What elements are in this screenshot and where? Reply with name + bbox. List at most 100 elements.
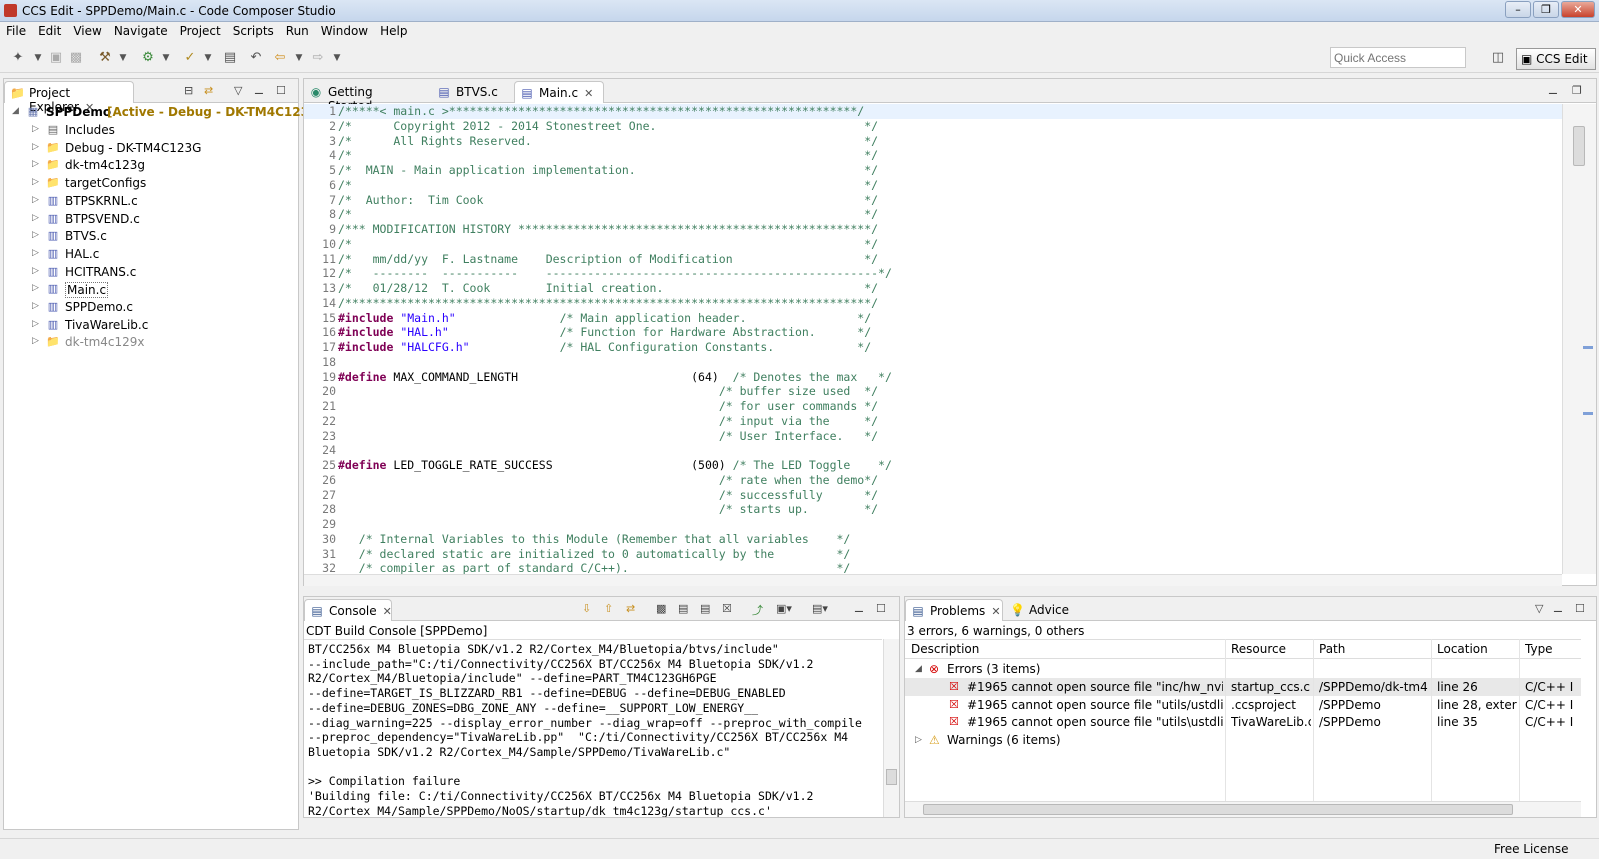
- expand-arrow-icon[interactable]: ▷: [32, 248, 39, 258]
- tree-item[interactable]: ▷ 📁 dk-tm4c129x: [4, 333, 294, 351]
- tree-item[interactable]: ▷ ▥ BTPSKRNL.c: [4, 192, 294, 210]
- copy-build-log-icon[interactable]: ▩: [656, 602, 666, 615]
- expand-arrow-icon[interactable]: ▷: [32, 159, 39, 169]
- flash-icon[interactable]: ✓: [182, 50, 198, 66]
- open-perspective-toolbar-icon[interactable]: ▤: [222, 50, 238, 66]
- forward-dropdown-icon[interactable]: ▼: [329, 50, 345, 66]
- expand-arrow-icon[interactable]: ▷: [32, 124, 39, 134]
- scroll-thumb[interactable]: [923, 804, 1513, 815]
- last-edit-icon[interactable]: ↶: [248, 50, 264, 66]
- forward-icon[interactable]: ⇨: [310, 50, 326, 66]
- tree-item[interactable]: ▷ ▥ BTVS.c: [4, 227, 294, 245]
- perspective-ccs-edit-button[interactable]: ▣ CCS Edit: [1516, 48, 1596, 70]
- problem-row[interactable]: ☒ #1965 cannot open source file "utils\us…: [905, 713, 1581, 731]
- tree-item[interactable]: ▷ ▥ SPPDemo.c: [4, 298, 294, 316]
- tree-item[interactable]: ▷ ▥ Main.c: [4, 280, 294, 299]
- tab-getting-started[interactable]: ◉Getting Started: [304, 81, 424, 113]
- tab-main-c[interactable]: ▤ Main.c ✕: [514, 81, 604, 103]
- console-vertical-scrollbar[interactable]: [883, 639, 899, 817]
- tree-item[interactable]: ▷ ▤ Includes: [4, 121, 294, 139]
- menu-view[interactable]: View: [67, 22, 107, 38]
- tab-btvs-c[interactable]: ▤ BTVS.c: [432, 81, 512, 103]
- column-description[interactable]: Description: [911, 642, 979, 656]
- scroll-up-icon[interactable]: ⇧: [604, 602, 613, 615]
- expand-arrow-icon[interactable]: ▷: [32, 230, 39, 240]
- menu-edit[interactable]: Edit: [32, 22, 67, 38]
- close-icon[interactable]: ✕: [991, 605, 1000, 618]
- word-wrap-icon[interactable]: ▤: [678, 602, 688, 615]
- maximize-icon[interactable]: ☐: [1575, 602, 1585, 615]
- expand-arrow-icon[interactable]: ▷: [32, 142, 39, 152]
- license-status[interactable]: Free License: [1494, 842, 1569, 856]
- tree-item[interactable]: ▷ 📁 Debug - DK-TM4C123G: [4, 139, 294, 157]
- minimize-icon[interactable]: ⚊: [1553, 602, 1563, 615]
- column-location[interactable]: Location: [1437, 642, 1488, 656]
- view-menu-icon[interactable]: ▽: [1535, 602, 1543, 615]
- view-menu-icon[interactable]: ▽: [234, 84, 242, 97]
- collapse-all-icon[interactable]: ⊟: [184, 84, 193, 97]
- menu-file[interactable]: File: [0, 22, 32, 38]
- menu-help[interactable]: Help: [374, 22, 413, 38]
- show-console-icon[interactable]: ▤: [700, 602, 710, 615]
- tree-item[interactable]: ▷ ▥ HCITRANS.c: [4, 263, 294, 281]
- tree-item[interactable]: ▷ ▥ BTPSVEND.c: [4, 210, 294, 228]
- new-dropdown-icon[interactable]: ▼: [30, 50, 46, 66]
- problem-row[interactable]: ☒ #1965 cannot open source file "utils/us…: [905, 696, 1581, 714]
- close-icon[interactable]: ✕: [383, 605, 392, 618]
- expand-arrow-icon[interactable]: ▷: [32, 177, 39, 187]
- menu-window[interactable]: Window: [315, 22, 374, 38]
- build-dropdown-icon[interactable]: ▼: [115, 50, 131, 66]
- save-icon[interactable]: ▣: [48, 50, 64, 66]
- scroll-thumb[interactable]: [1573, 126, 1585, 166]
- maximize-icon[interactable]: ☐: [276, 84, 286, 97]
- overview-marker[interactable]: [1583, 412, 1593, 415]
- warnings-group-row[interactable]: ▷ ⚠ Warnings (6 items): [905, 731, 1581, 749]
- editor-vertical-scrollbar[interactable]: [1562, 104, 1596, 574]
- open-console-icon[interactable]: ▤▾: [812, 602, 828, 615]
- flash-dropdown-icon[interactable]: ▼: [200, 50, 216, 66]
- minimize-icon[interactable]: ⚊: [854, 602, 864, 615]
- link-editor-icon[interactable]: ⇄: [204, 84, 213, 97]
- column-resource[interactable]: Resource: [1231, 642, 1286, 656]
- editor-horizontal-scrollbar[interactable]: [304, 574, 1562, 586]
- restore-icon[interactable]: ❐: [1572, 84, 1582, 97]
- minimize-icon[interactable]: ⚊: [254, 84, 264, 97]
- expand-arrow-icon[interactable]: ◢: [12, 106, 19, 116]
- tab-advice[interactable]: 💡 Advice: [1005, 599, 1075, 621]
- column-type[interactable]: Type: [1525, 642, 1553, 656]
- back-icon[interactable]: ⇦: [272, 50, 288, 66]
- expand-arrow-icon[interactable]: ▷: [32, 195, 39, 205]
- new-icon[interactable]: ✦: [10, 50, 26, 66]
- tab-console[interactable]: ▤ Console ✕: [304, 599, 392, 621]
- menu-project[interactable]: Project: [174, 22, 227, 38]
- expand-arrow-icon[interactable]: ▷: [915, 735, 922, 745]
- maximize-icon[interactable]: ☐: [876, 602, 886, 615]
- quick-access-input[interactable]: [1330, 47, 1466, 68]
- tree-item[interactable]: ▷ 📁 dk-tm4c123g: [4, 156, 294, 174]
- expand-arrow-icon[interactable]: ▷: [32, 283, 39, 293]
- menu-run[interactable]: Run: [280, 22, 315, 38]
- collapse-arrow-icon[interactable]: ◢: [915, 664, 922, 674]
- open-perspective-icon[interactable]: ◫: [1490, 50, 1506, 66]
- expand-arrow-icon[interactable]: ▷: [32, 301, 39, 311]
- overview-marker[interactable]: [1583, 346, 1593, 349]
- minimize-icon[interactable]: ⚊: [1548, 84, 1558, 97]
- scroll-lock-icon[interactable]: ⇄: [626, 602, 635, 615]
- clear-console-icon[interactable]: ☒: [722, 602, 732, 615]
- pin-console-icon[interactable]: ⤴: [752, 602, 763, 618]
- code-area[interactable]: 1/*****< main.c >***********************…: [304, 104, 1562, 574]
- scroll-down-icon[interactable]: ⇩: [582, 602, 591, 615]
- expand-arrow-icon[interactable]: ▷: [32, 213, 39, 223]
- menu-navigate[interactable]: Navigate: [108, 22, 174, 38]
- display-console-icon[interactable]: ▣▾: [776, 602, 792, 615]
- debug-dropdown-icon[interactable]: ▼: [158, 50, 174, 66]
- minimize-button[interactable]: –: [1505, 1, 1531, 18]
- expand-arrow-icon[interactable]: ▷: [32, 336, 39, 346]
- close-icon[interactable]: ✕: [584, 87, 593, 100]
- tab-project-explorer[interactable]: 📁 Project Explorer ✕: [4, 81, 134, 114]
- scroll-thumb[interactable]: [886, 769, 897, 785]
- tab-problems[interactable]: ▤ Problems ✕: [905, 599, 1003, 621]
- back-dropdown-icon[interactable]: ▼: [291, 50, 307, 66]
- expand-arrow-icon[interactable]: ▷: [32, 266, 39, 276]
- errors-group-row[interactable]: ◢ ⊗ Errors (3 items): [905, 660, 1581, 678]
